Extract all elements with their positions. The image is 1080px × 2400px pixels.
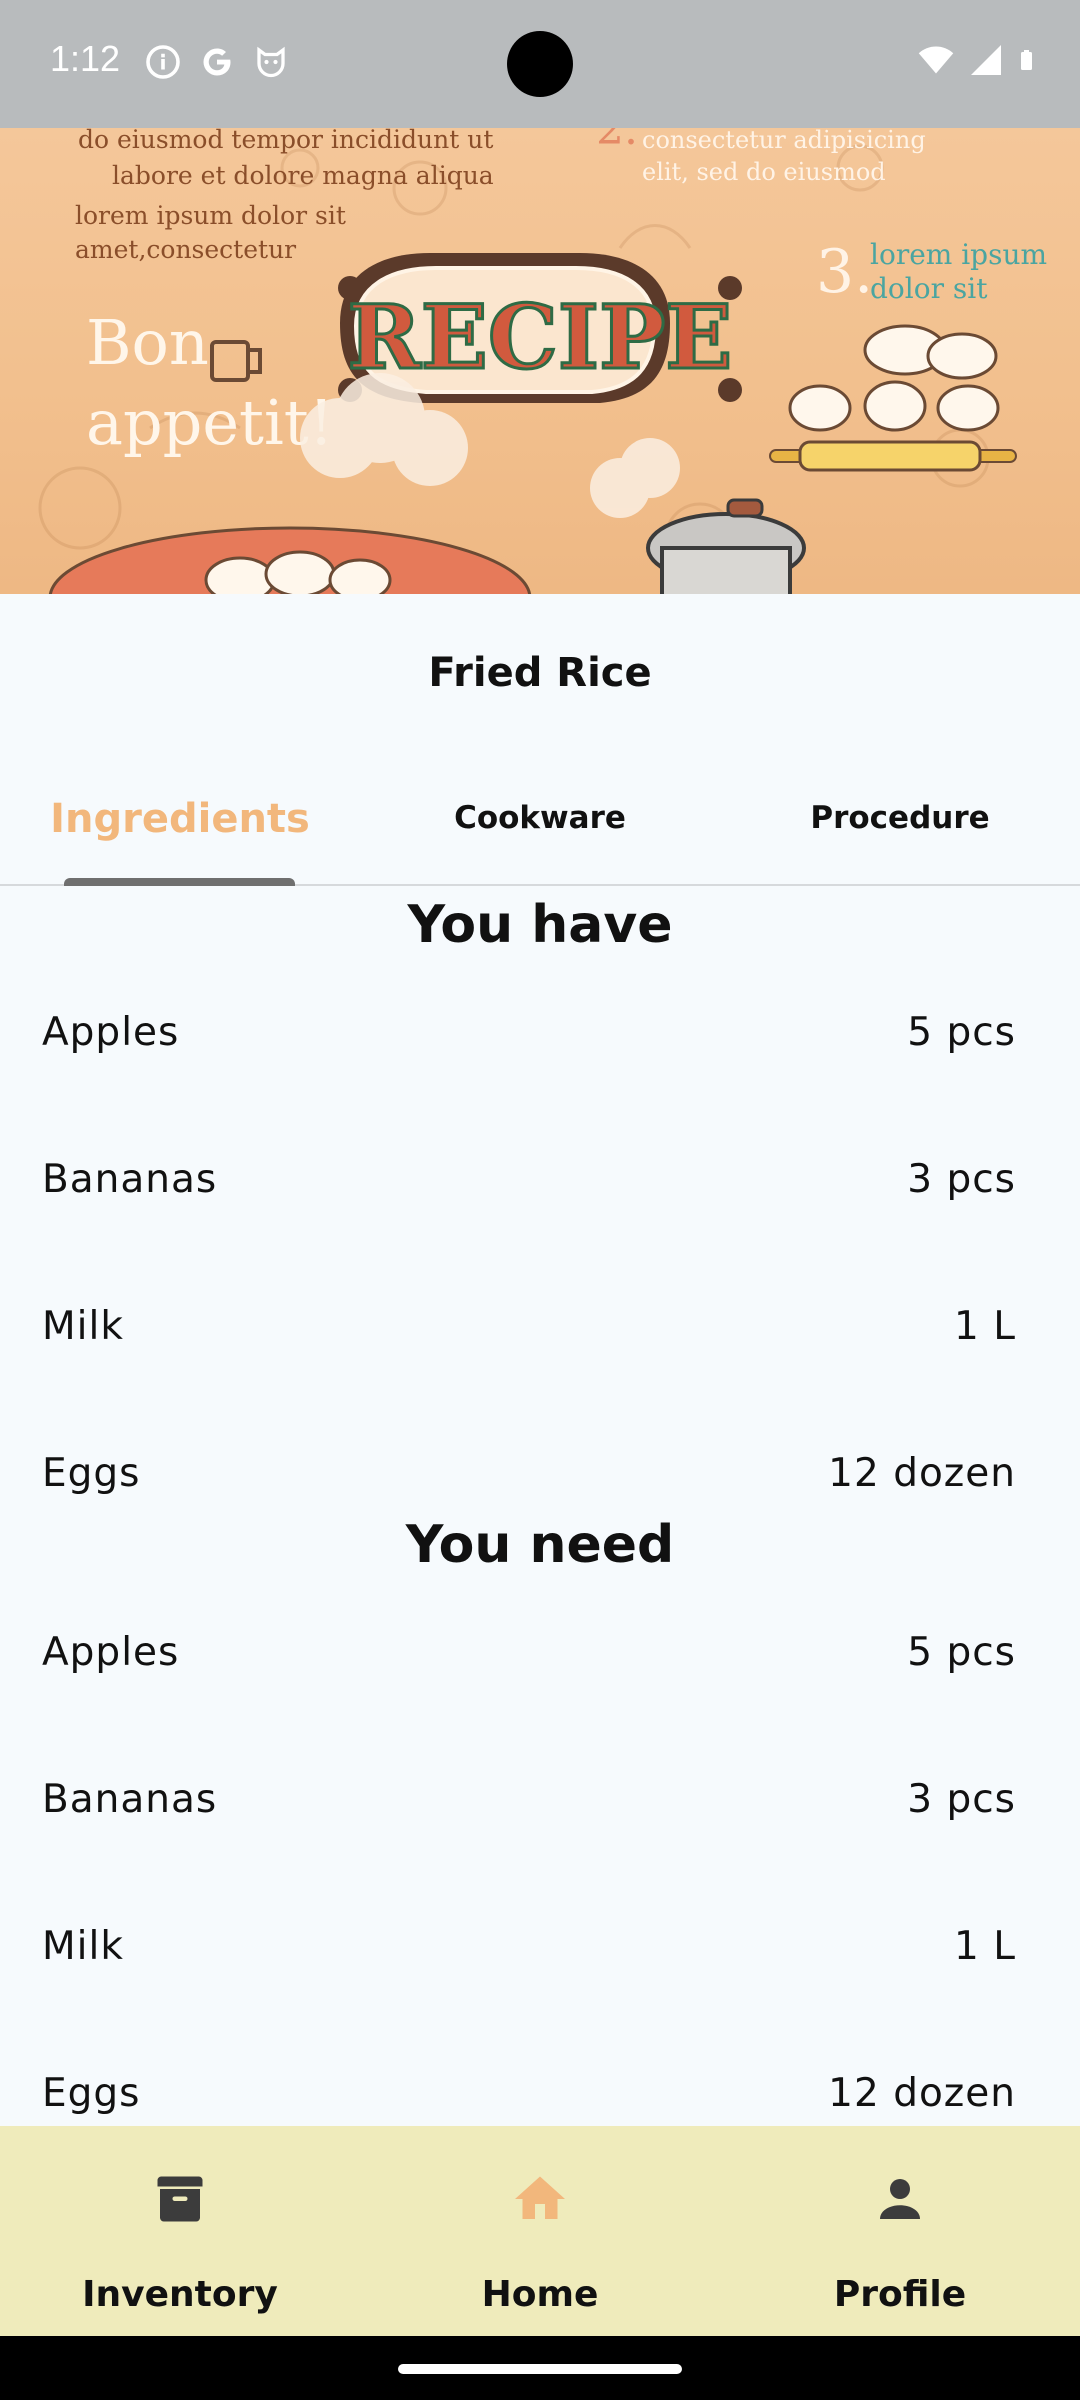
list-item: Bananas 3 pcs	[42, 1157, 1016, 1217]
item-quantity: 12 dozen	[828, 2071, 1016, 2116]
hero-text-line-3: lorem ipsum dolor sit	[75, 201, 346, 230]
item-name: Bananas	[42, 1157, 218, 1202]
item-quantity: 5 pcs	[907, 1630, 1016, 1675]
recipe-title: Fried Rice	[428, 650, 652, 696]
dumplings-icon	[788, 324, 1000, 432]
you-need-title: You need	[405, 1515, 675, 1575]
cat-icon	[257, 46, 285, 78]
hero-text-line-4: amet,consectetur	[75, 235, 296, 264]
battery-icon	[1021, 50, 1032, 70]
nav-label-inventory: Inventory	[82, 2274, 278, 2315]
pot-icon	[646, 498, 806, 594]
hero-step2-line-2: elit, sed do eiusmod	[642, 158, 886, 186]
nav-item-inventory[interactable]: Inventory	[0, 2126, 360, 2336]
status-icons-right	[918, 42, 1042, 78]
hero-step3-line-1: lorem ipsum	[870, 238, 1047, 271]
list-item: Eggs 12 dozen	[42, 2071, 1016, 2131]
hero-appetit: appetit!	[86, 386, 334, 459]
bottom-navigation: Inventory Home Profile	[0, 2126, 1080, 2336]
item-name: Milk	[42, 1304, 124, 1349]
nav-item-home[interactable]: Home	[360, 2126, 720, 2336]
list-item: Apples 5 pcs	[42, 1010, 1016, 1070]
item-quantity: 1 L	[954, 1924, 1016, 1969]
status-time: 1:12	[50, 38, 121, 79]
nav-item-profile[interactable]: Profile	[720, 2126, 1080, 2336]
cup-icon	[210, 340, 262, 382]
item-name: Milk	[42, 1924, 124, 1969]
item-quantity: 5 pcs	[907, 1010, 1016, 1055]
item-quantity: 3 pcs	[907, 1157, 1016, 1202]
item-quantity: 1 L	[954, 1304, 1016, 1349]
list-item: Bananas 3 pcs	[42, 1777, 1016, 1837]
item-name: Apples	[42, 1010, 180, 1055]
hero-step3-number: 3.	[816, 237, 873, 307]
hero-bon: Bon	[86, 306, 209, 379]
recipe-banner-art: do eiusmod tempor incididunt ut labore e…	[38, 128, 1047, 594]
person-icon	[880, 2179, 920, 2219]
item-name: Eggs	[42, 1451, 141, 1496]
list-item: Milk 1 L	[42, 1924, 1016, 1984]
tab-bar: Ingredients Cookware Procedure	[0, 770, 1080, 886]
item-name: Apples	[42, 1630, 180, 1675]
hero-text-line-2: labore et dolore magna aliqua	[112, 161, 494, 190]
tab-cookware[interactable]: Cookware	[360, 770, 720, 886]
tab-indicator	[64, 878, 295, 886]
status-icons-left	[145, 44, 289, 80]
archive-icon	[157, 2176, 203, 2222]
plate-icon	[48, 526, 532, 594]
hero-text-line-1: do eiusmod tempor incididunt ut	[78, 128, 493, 154]
home-gesture-handle[interactable]	[398, 2364, 682, 2374]
hero-step2-number: 2.	[596, 128, 638, 155]
recipe-badge-text: RECIPE	[348, 285, 733, 389]
info-icon	[146, 45, 180, 79]
signal-icon	[971, 45, 1001, 75]
item-quantity: 3 pcs	[907, 1777, 1016, 1822]
recipe-header-illustration: do eiusmod tempor incididunt ut labore e…	[0, 128, 1080, 594]
home-icon	[515, 2176, 565, 2219]
status-bar: 1:12	[0, 0, 1080, 128]
list-item: Apples 5 pcs	[42, 1630, 1016, 1690]
hero-step2-line-1: consectetur adipisicing	[642, 128, 926, 154]
item-quantity: 12 dozen	[828, 1451, 1016, 1496]
rolling-pin-icon	[769, 440, 1017, 472]
you-have-title: You have	[407, 895, 673, 955]
item-name: Bananas	[42, 1777, 218, 1822]
tab-procedure[interactable]: Procedure	[720, 770, 1080, 886]
google-icon	[203, 48, 231, 76]
nav-label-profile: Profile	[833, 2274, 967, 2315]
hero-step3-line-2: dolor sit	[870, 272, 988, 305]
item-name: Eggs	[42, 2071, 141, 2116]
nav-label-home: Home	[481, 2274, 599, 2315]
tab-ingredients[interactable]: Ingredients	[0, 770, 360, 886]
system-navigation-bar	[0, 2336, 1080, 2400]
list-item: Milk 1 L	[42, 1304, 1016, 1364]
wifi-icon	[918, 46, 954, 74]
camera-cutout	[507, 31, 573, 97]
list-item: Eggs 12 dozen	[42, 1451, 1016, 1511]
